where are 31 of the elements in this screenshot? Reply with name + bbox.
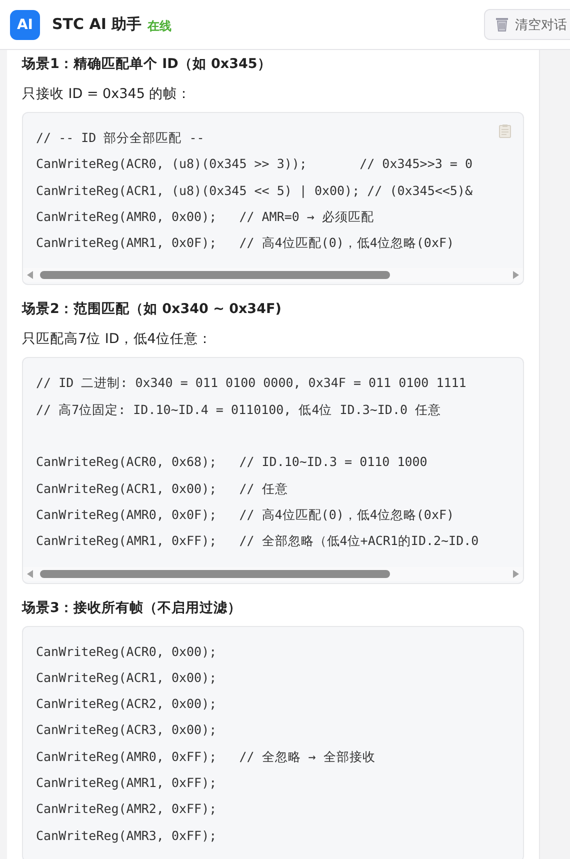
code-line: CanWriteReg(AMR1, 0xFF); // 全部忽略（低4位+ACR1的ID.2~ID.0 (36, 532, 479, 550)
section-description: 只匹配高7位 ID，低4位任意： (22, 330, 213, 350)
code-line: // -- ID 部分全部匹配 -- (36, 129, 204, 147)
code-line: CanWriteReg(ACR0, 0x68); // ID.10~ID.3 = 0110 1000 (36, 453, 428, 472)
code-line: CanWriteReg(AMR0, 0xFF); // 全忽略 → 全部接收 (36, 748, 376, 766)
code-line: // 高7位固定: ID.10~ID.4 = 0110100, 低4位 ID.3~ID.0 任意 (36, 400, 442, 419)
section-heading: 场景1：精确匹配单个 ID（如 0x345） (22, 55, 272, 74)
code-line: CanWriteReg(ACR2, 0x00); (36, 695, 217, 714)
code-line: CanWriteReg(ACR0, (u8)(0x345 >> 3)); // 0x345>>3 = 0 (36, 155, 472, 174)
code-line: CanWriteReg(AMR1, 0xFF); (36, 774, 217, 792)
code-line: CanWriteReg(ACR1, 0x00); (36, 668, 217, 687)
logo: AI (10, 10, 40, 40)
code-line: CanWriteReg(AMR1, 0x0F); // 高4位匹配(0)，低4位忽略(0xF) (36, 234, 454, 252)
clipboard-icon[interactable] (498, 124, 511, 138)
code-line: CanWriteReg(ACR1, (u8)(0x345 << 5) | 0x00); // (0x345<<5)& (36, 182, 472, 200)
code-line: CanWriteReg(ACR0, 0x00); (36, 642, 217, 661)
code-line: // ID 二进制: 0x340 = 011 0100 0000, 0x34F = 011 0100 1111 (36, 374, 466, 392)
section-description: 只接收 ID = 0x345 的帧： (22, 85, 192, 104)
code-line: CanWriteReg(AMR0, 0x00); // AMR=0 → 必须匹配 (36, 208, 374, 226)
status-label: 在线 (148, 18, 172, 34)
section-heading: 场景2：范围匹配（如 0x340 ~ 0x34F) (22, 300, 282, 320)
horizontal-scrollbar[interactable] (23, 268, 523, 282)
clear-chat-button[interactable]: 清空对话 (484, 9, 570, 40)
code-line: CanWriteReg(ACR3, 0x00); (36, 721, 217, 740)
trash-icon (495, 17, 509, 32)
section-heading: 场景3：接收所有帧（不启用过滤） (22, 598, 242, 618)
code-line: CanWriteReg(AMR3, 0xFF); (36, 826, 217, 845)
code-line: CanWriteReg(AMR0, 0x0F); // 高4位匹配(0)，低4位忽略(0xF) (36, 506, 454, 524)
code-line: CanWriteReg(AMR2, 0xFF); (36, 800, 217, 818)
code-line: CanWriteReg(ACR1, 0x00); // 任意 (36, 480, 288, 498)
app-title: STC AI 助手 (52, 15, 142, 34)
